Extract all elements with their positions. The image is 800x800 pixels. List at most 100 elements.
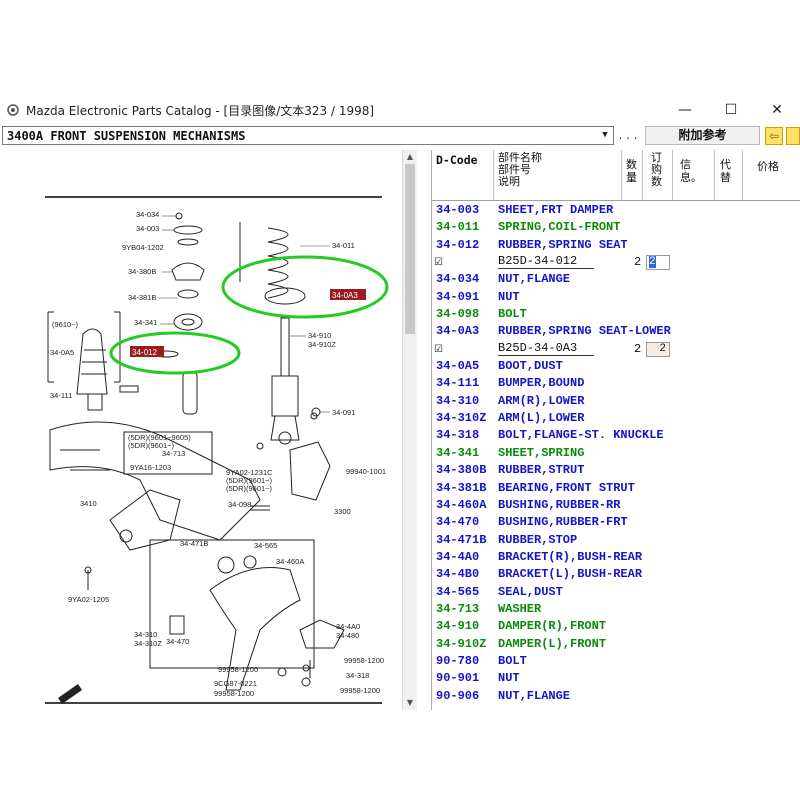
callout-label[interactable]: 34-460A (276, 557, 304, 566)
part-number-row[interactable]: ☑ B25D-34-012 2 2 (432, 254, 800, 271)
part-tag-label[interactable]: 34-012 (132, 348, 157, 357)
checkbox-icon[interactable]: ☑ (434, 254, 443, 271)
part-row[interactable]: 90-901 NUT (432, 670, 800, 687)
part-row[interactable]: 34-098 BOLT (432, 306, 800, 323)
part-row[interactable]: 34-4A0 BRACKET(R),BUSH-REAR (432, 549, 800, 566)
part-row[interactable]: 34-910 DAMPER(R),FRONT (432, 618, 800, 635)
part-name[interactable]: SHEET,FRT DAMPER (498, 202, 613, 219)
part-row[interactable]: 34-380B RUBBER,STRUT (432, 462, 800, 479)
part-dcode[interactable]: 34-380B (436, 462, 486, 479)
part-dcode[interactable]: 34-471B (436, 532, 486, 549)
part-dcode[interactable]: 34-460A (436, 497, 486, 514)
part-name[interactable]: NUT (498, 670, 520, 687)
callout-label[interactable]: 34-480 (336, 631, 359, 640)
back-arrow-icon[interactable]: ⇦ (765, 127, 783, 145)
part-dcode[interactable]: 90-906 (436, 688, 479, 705)
part-dcode[interactable]: 34-012 (436, 237, 479, 254)
column-quantity[interactable]: 数 量 (622, 150, 643, 200)
part-name[interactable]: SEAL,DUST (498, 584, 563, 601)
part-dcode[interactable]: 34-910Z (436, 636, 486, 653)
part-name[interactable]: ARM(R),LOWER (498, 393, 584, 410)
callout-label[interactable]: 34-471B (180, 539, 208, 548)
part-name[interactable]: RUBBER,SPRING SEAT-LOWER (498, 323, 671, 340)
part-name[interactable]: NUT (498, 289, 520, 306)
part-dcode[interactable]: 34-098 (436, 306, 479, 323)
part-row[interactable]: 34-310 ARM(R),LOWER (432, 393, 800, 410)
callout-label[interactable]: 34-310 (134, 630, 157, 639)
part-name[interactable]: SHEET,SPRING (498, 445, 584, 462)
callout-label[interactable]: 34-091 (332, 408, 355, 417)
callout-label[interactable]: 34-470 (166, 637, 189, 646)
part-name[interactable]: SPRING,COIL-FRONT (498, 219, 620, 236)
maximize-button[interactable]: ☐ (708, 98, 754, 122)
part-row[interactable]: 34-0A5 BOOT,DUST (432, 358, 800, 375)
part-row[interactable]: 34-011 SPRING,COIL-FRONT (432, 219, 800, 236)
part-dcode[interactable]: 34-091 (436, 289, 479, 306)
part-row[interactable]: 90-906 NUT,FLANGE (432, 688, 800, 705)
callout-label[interactable]: 34-910Z (308, 340, 336, 349)
browse-button[interactable]: . . . (617, 126, 639, 145)
part-name[interactable]: NUT,FLANGE (498, 688, 570, 705)
part-dcode[interactable]: 34-470 (436, 514, 479, 531)
part-dcode[interactable]: 34-4B0 (436, 566, 479, 583)
part-row[interactable]: 34-341 SHEET,SPRING (432, 445, 800, 462)
callout-label[interactable]: 99958-1200 (214, 689, 254, 698)
part-name[interactable]: DAMPER(R),FRONT (498, 618, 606, 635)
part-dcode[interactable]: 34-713 (436, 601, 479, 618)
scroll-up-icon[interactable]: ▲ (403, 150, 417, 164)
part-dcode[interactable]: 90-901 (436, 670, 479, 687)
column-order-qty[interactable]: 订 购 数 (643, 150, 673, 200)
part-name[interactable]: RUBBER,SPRING SEAT (498, 237, 628, 254)
part-name[interactable]: BUMPER,BOUND (498, 375, 584, 392)
part-name[interactable]: BEARING,FRONT STRUT (498, 480, 635, 497)
part-number[interactable]: B25D-34-012 (498, 254, 594, 270)
part-number[interactable]: B25D-34-0A3 (498, 341, 594, 356)
part-row[interactable]: 34-0A3 RUBBER,SPRING SEAT-LOWER (432, 323, 800, 340)
part-row[interactable]: 34-091 NUT (432, 289, 800, 306)
column-info[interactable]: 信 息。 (673, 150, 715, 200)
callout-label[interactable]: 9YA02-1205 (68, 595, 109, 604)
callout-label[interactable]: 34-910 (308, 331, 331, 340)
part-name[interactable]: RUBBER,STRUT (498, 462, 584, 479)
part-tag-label[interactable]: 34-0A3 (332, 291, 358, 300)
callout-label[interactable]: 9CG87-0221 (214, 679, 257, 688)
callout-label[interactable]: 99958-1200 (340, 686, 380, 695)
part-row[interactable]: 34-910Z DAMPER(L),FRONT (432, 636, 800, 653)
callout-label[interactable]: 34-011 (332, 241, 355, 250)
part-name[interactable]: BUSHING,RUBBER-FRT (498, 514, 628, 531)
part-dcode[interactable]: 34-341 (436, 445, 479, 462)
part-row[interactable]: 34-034 NUT,FLANGE (432, 271, 800, 288)
part-name[interactable]: DAMPER(L),FRONT (498, 636, 606, 653)
dropdown-arrow-icon[interactable]: ▼ (598, 128, 612, 143)
part-name[interactable]: BRACKET(L),BUSH-REAR (498, 566, 642, 583)
scroll-down-icon[interactable]: ▼ (403, 696, 417, 710)
scrollbar-thumb[interactable] (405, 164, 415, 334)
part-dcode[interactable]: 34-910 (436, 618, 479, 635)
part-dcode[interactable]: 34-034 (436, 271, 479, 288)
part-row[interactable]: 34-111 BUMPER,BOUND (432, 375, 800, 392)
part-row[interactable]: 34-4B0 BRACKET(L),BUSH-REAR (432, 566, 800, 583)
callout-label[interactable]: 3300 (334, 507, 351, 516)
part-row[interactable]: 34-471B RUBBER,STOP (432, 532, 800, 549)
part-row[interactable]: 34-318 BOLT,FLANGE-ST. KNUCKLE (432, 427, 800, 444)
order-quantity-input[interactable]: 2 (646, 341, 670, 357)
callout-label[interactable]: 34-565 (254, 541, 277, 550)
section-select[interactable]: 3400A FRONT SUSPENSION MECHANISMS ▼ (2, 126, 614, 145)
callout-label[interactable]: 34-341 (134, 318, 157, 327)
callout-label[interactable]: 99940-1001 (346, 467, 386, 476)
part-name[interactable]: WASHER (498, 601, 541, 618)
callout-label[interactable]: 34-003 (136, 224, 159, 233)
part-dcode[interactable]: 34-0A3 (436, 323, 479, 340)
callout-label[interactable]: 34-381B (128, 293, 156, 302)
part-row[interactable]: 34-565 SEAL,DUST (432, 584, 800, 601)
callout-label[interactable]: 3410 (80, 499, 97, 508)
part-row[interactable]: 34-713 WASHER (432, 601, 800, 618)
callout-label[interactable]: 99958-1200 (218, 665, 258, 674)
part-name[interactable]: BUSHING,RUBBER-RR (498, 497, 620, 514)
part-name[interactable]: NUT,FLANGE (498, 271, 570, 288)
callout-label[interactable]: 34-310Z (134, 639, 162, 648)
part-dcode[interactable]: 34-310 (436, 393, 479, 410)
part-name[interactable]: BRACKET(R),BUSH-REAR (498, 549, 642, 566)
forward-arrow-icon[interactable] (786, 127, 800, 145)
part-name[interactable]: BOLT,FLANGE-ST. KNUCKLE (498, 427, 664, 444)
